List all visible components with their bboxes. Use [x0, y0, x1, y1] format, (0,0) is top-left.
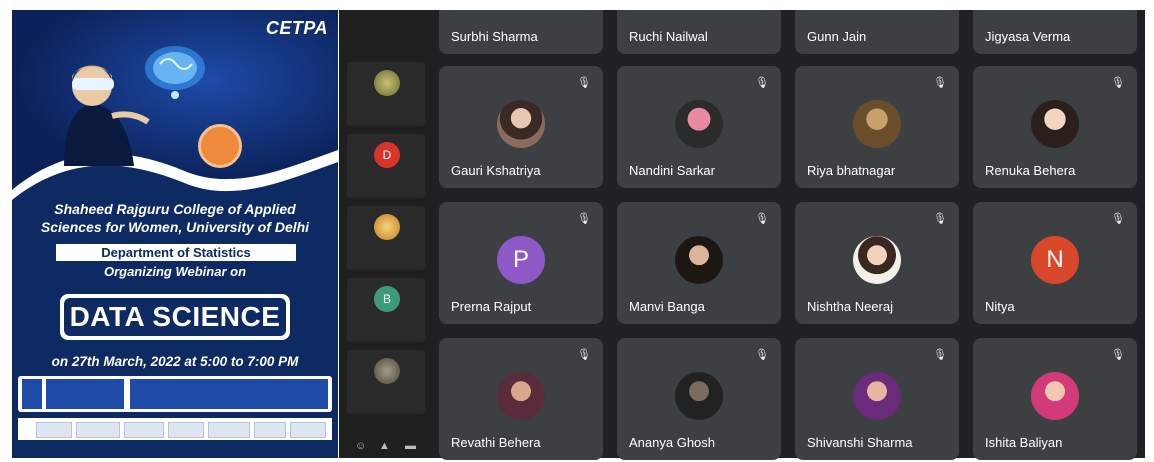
video-grid: Surbhi Sharma Ruchi Nailwal Gunn Jain Ji… — [431, 10, 1145, 460]
mic-off-icon: 🎙 — [755, 77, 769, 89]
participant-name: Shivanshi Sharma — [807, 435, 913, 450]
mic-off-icon: 🎙 — [577, 213, 591, 225]
mic-off-icon: 🎙 — [933, 77, 947, 89]
speaker-photo — [22, 379, 42, 409]
avatar — [374, 70, 400, 96]
speaker-card — [46, 379, 124, 409]
organizing-label: Organizing Webinar on — [103, 264, 247, 279]
mic-off-icon: 🎙 — [1111, 213, 1125, 225]
organizers-card — [130, 379, 328, 409]
event-date: on 27th March, 2022 at 5:00 to 7:00 PM — [51, 354, 299, 369]
participant-tile[interactable]: 🎙 Ishita Baliyan — [973, 338, 1137, 460]
participant-name: Renuka Behera — [985, 163, 1076, 178]
participant-name: Ruchi Nailwal — [629, 29, 708, 44]
sponsor-logos — [18, 418, 332, 440]
mic-off-icon: 🎙 — [577, 349, 591, 361]
chat-icon[interactable]: ▬ — [405, 440, 416, 452]
department-label: Department of Statistics — [56, 244, 296, 261]
cetpa-logo: CETPA — [265, 18, 328, 38]
avatar — [853, 372, 901, 420]
avatar: D — [374, 142, 400, 168]
participant-name: Gunn Jain — [807, 29, 867, 44]
participant-tile[interactable]: 🎙 Nandini Sarkar — [617, 66, 781, 188]
college-name: Shaheed Rajguru College of Applied Scien… — [12, 200, 338, 236]
people-icon[interactable]: ▲ — [379, 440, 390, 452]
participant-tile[interactable]: 🎙 P Prerna Rajput — [439, 202, 603, 324]
participant-thumbnail[interactable] — [347, 206, 425, 270]
participant-tile[interactable]: 🎙 Revathi Behera — [439, 338, 603, 460]
webinar-poster: CETPA Shaheed Rajguru College of Applied… — [12, 10, 338, 458]
participant-tile[interactable]: 🎙 Gauri Kshatriya — [439, 66, 603, 188]
avatar — [374, 358, 400, 384]
sponsor-logo — [124, 422, 164, 438]
participant-strip: D B ☺ ▲ ▬ — [339, 10, 431, 458]
participant-tile[interactable]: 🎙 N Nitya — [973, 202, 1137, 324]
mic-off-icon: 🎙 — [755, 213, 769, 225]
participant-tile[interactable]: Jigyasa Verma — [973, 10, 1137, 54]
participant-tile[interactable]: 🎙 Ananya Ghosh — [617, 338, 781, 460]
participant-name: Ishita Baliyan — [985, 435, 1063, 450]
avatar: N — [1031, 236, 1079, 284]
participant-tile[interactable]: Gunn Jain — [795, 10, 959, 54]
avatar — [497, 100, 545, 148]
sponsor-logo — [254, 422, 286, 438]
avatar — [675, 100, 723, 148]
participant-name: Revathi Behera — [451, 435, 541, 450]
mic-off-icon: 🎙 — [1111, 77, 1125, 89]
avatar — [675, 236, 723, 284]
participant-tile[interactable]: 🎙 Renuka Behera — [973, 66, 1137, 188]
participant-thumbnail[interactable]: B — [347, 278, 425, 342]
participant-tile[interactable]: 🎙 Riya bhatnagar — [795, 66, 959, 188]
participant-thumbnail[interactable]: D — [347, 134, 425, 198]
participant-thumbnail[interactable] — [347, 62, 425, 126]
avatar: P — [497, 236, 545, 284]
sponsor-logo — [36, 422, 72, 438]
college-name-line-1: Shaheed Rajguru College of Applied — [54, 201, 296, 217]
sponsor-logo — [168, 422, 204, 438]
avatar — [853, 100, 901, 148]
participant-name: Jigyasa Verma — [985, 29, 1071, 44]
avatar — [1031, 100, 1079, 148]
participant-name: Nandini Sarkar — [629, 163, 715, 178]
participant-tile[interactable]: 🎙 Shivanshi Sharma — [795, 338, 959, 460]
mic-off-icon: 🎙 — [755, 349, 769, 361]
avatar: B — [374, 286, 400, 312]
college-name-line-2: Sciences for Women, University of Delhi — [40, 219, 310, 235]
participant-name: Gauri Kshatriya — [451, 163, 541, 178]
avatar — [675, 372, 723, 420]
topic-title: DATA SCIENCE — [64, 298, 286, 336]
participant-thumbnail[interactable] — [347, 350, 425, 414]
participant-name: Manvi Banga — [629, 299, 705, 314]
mic-off-icon: 🎙 — [933, 349, 947, 361]
mic-off-icon: 🎙 — [577, 77, 591, 89]
avatar — [1031, 372, 1079, 420]
participant-tile[interactable]: Surbhi Sharma — [439, 10, 603, 54]
college-seal-icon — [198, 124, 242, 168]
mic-off-icon: 🎙 — [933, 213, 947, 225]
mic-off-icon: 🎙 — [1111, 349, 1125, 361]
sponsor-logo — [76, 422, 120, 438]
avatar — [497, 372, 545, 420]
participant-tile[interactable]: Ruchi Nailwal — [617, 10, 781, 54]
speakers-panel — [18, 376, 332, 412]
sponsor-logo — [290, 422, 326, 438]
participant-name: Prerna Rajput — [451, 299, 532, 314]
vr-person-image — [64, 65, 150, 166]
participant-name: Surbhi Sharma — [451, 29, 538, 44]
glowing-brain-image — [145, 46, 205, 99]
participant-tile[interactable]: 🎙 Manvi Banga — [617, 202, 781, 324]
participant-tile[interactable]: 🎙 Nishtha Neeraj — [795, 202, 959, 324]
participant-name: Ananya Ghosh — [629, 435, 716, 450]
participant-name: Riya bhatnagar — [807, 163, 896, 178]
participant-name: Nitya — [985, 299, 1015, 314]
avatar — [853, 236, 901, 284]
sponsor-logo — [208, 422, 250, 438]
avatar — [374, 214, 400, 240]
participant-name: Nishtha Neeraj — [807, 299, 893, 314]
emoji-icon[interactable]: ☺ — [355, 440, 366, 452]
